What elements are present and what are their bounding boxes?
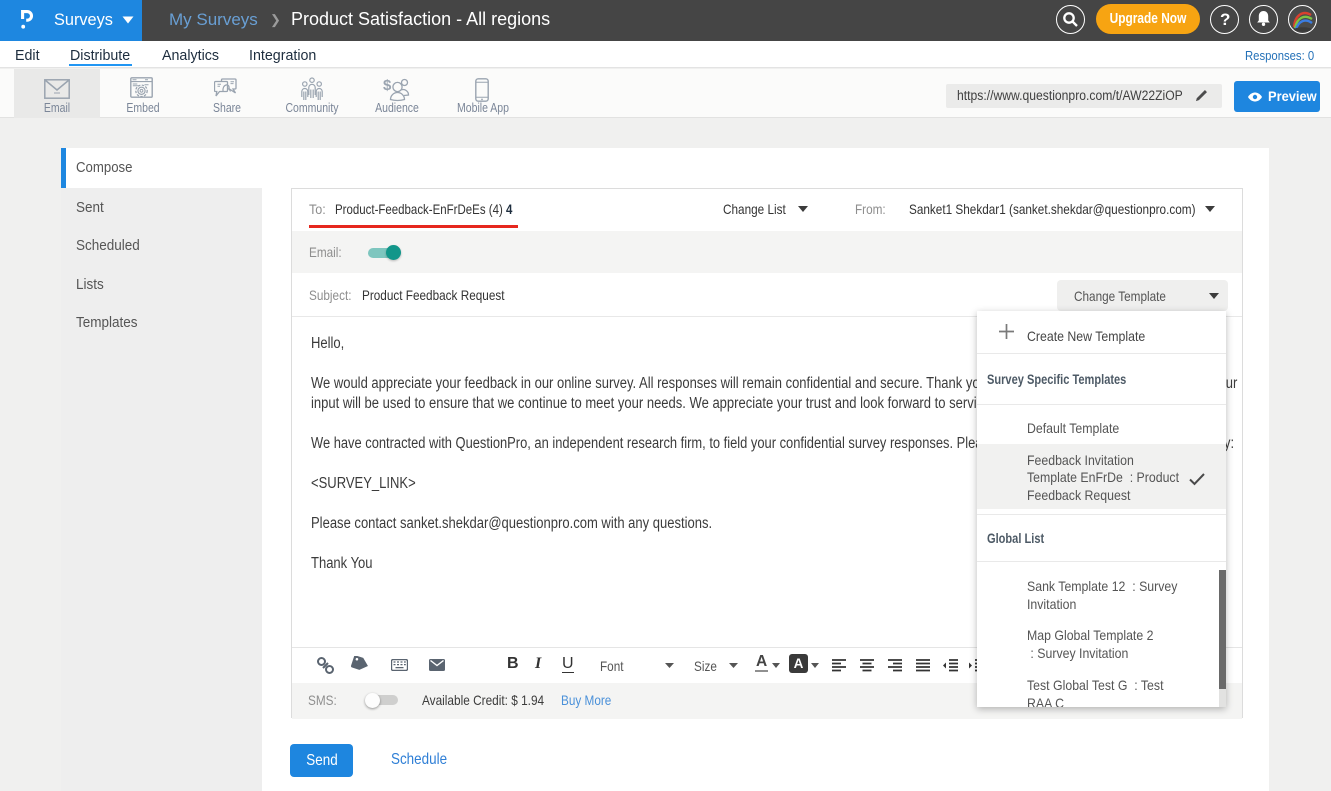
svg-text:$: $ — [383, 77, 392, 94]
